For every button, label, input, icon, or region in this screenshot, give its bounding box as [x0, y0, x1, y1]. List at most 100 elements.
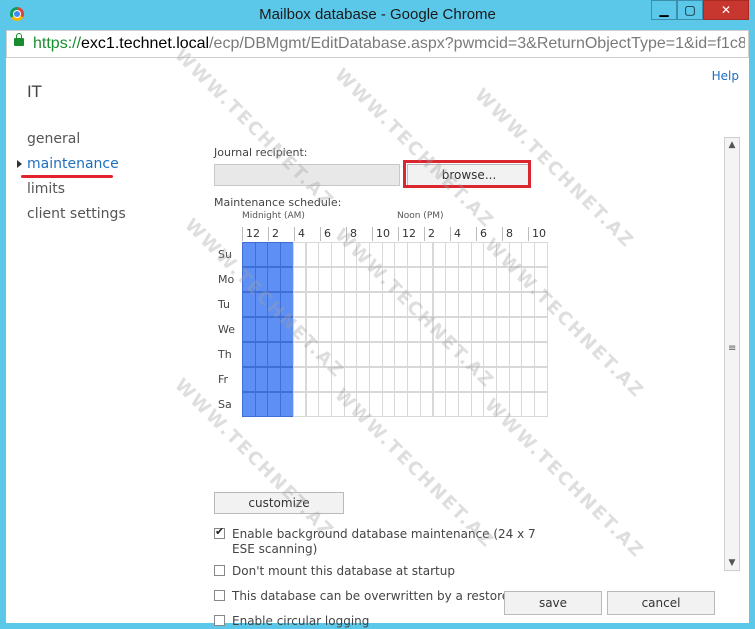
schedule-cell[interactable]: [254, 317, 269, 342]
schedule-cell[interactable]: [369, 342, 383, 367]
schedule-cell[interactable]: [457, 367, 472, 392]
schedule-cell[interactable]: [356, 267, 370, 292]
schedule-cell[interactable]: [432, 292, 447, 317]
journal-recipient-field[interactable]: [214, 164, 400, 186]
schedule-cell[interactable]: [496, 392, 510, 417]
schedule-cell[interactable]: [432, 317, 447, 342]
schedule-cell[interactable]: [394, 267, 409, 292]
schedule-cell[interactable]: [445, 292, 459, 317]
schedule-cell[interactable]: [381, 392, 396, 417]
schedule-cell[interactable]: [381, 242, 396, 267]
schedule-cell[interactable]: [280, 392, 294, 417]
schedule-cell[interactable]: [280, 242, 294, 267]
schedule-cell[interactable]: [305, 342, 320, 367]
schedule-cell[interactable]: [483, 317, 497, 342]
schedule-cell[interactable]: [521, 392, 536, 417]
schedule-cell[interactable]: [521, 242, 536, 267]
schedule-cell[interactable]: [470, 317, 485, 342]
schedule-cell[interactable]: [508, 242, 523, 267]
schedule-cell[interactable]: [483, 367, 497, 392]
schedule-cell[interactable]: [343, 267, 358, 292]
schedule-cell[interactable]: [521, 267, 536, 292]
schedule-cell[interactable]: [381, 342, 396, 367]
scroll-grip-icon[interactable]: ≡: [728, 343, 736, 354]
schedule-cell[interactable]: [521, 317, 536, 342]
schedule-cell[interactable]: [394, 392, 409, 417]
schedule-cell[interactable]: [470, 392, 485, 417]
schedule-cell[interactable]: [394, 242, 409, 267]
schedule-cell[interactable]: [280, 317, 294, 342]
schedule-cell[interactable]: [483, 267, 497, 292]
checkbox-overwritten[interactable]: [214, 590, 225, 601]
schedule-cell[interactable]: [369, 367, 383, 392]
schedule-cell[interactable]: [305, 367, 320, 392]
schedule-cell[interactable]: [318, 317, 332, 342]
close-window-button[interactable]: ✕: [703, 0, 749, 20]
schedule-cell[interactable]: [318, 242, 332, 267]
schedule-cell[interactable]: [419, 292, 434, 317]
nav-item-limits[interactable]: limits: [27, 180, 126, 205]
checkbox-row-circular-logging[interactable]: Enable circular logging: [214, 613, 514, 629]
schedule-cell[interactable]: [394, 292, 409, 317]
schedule-cell[interactable]: [369, 242, 383, 267]
schedule-cell[interactable]: [356, 342, 370, 367]
schedule-cell[interactable]: [432, 267, 447, 292]
schedule-cell[interactable]: [534, 242, 548, 267]
schedule-cell[interactable]: [457, 392, 472, 417]
schedule-cell[interactable]: [330, 392, 345, 417]
schedule-cell[interactable]: [318, 342, 332, 367]
schedule-cell[interactable]: [330, 317, 345, 342]
schedule-cell[interactable]: [267, 392, 282, 417]
checkbox-dont-mount[interactable]: [214, 565, 225, 576]
schedule-cell[interactable]: [445, 367, 459, 392]
schedule-cell[interactable]: [254, 342, 269, 367]
schedule-cell[interactable]: [470, 242, 485, 267]
schedule-cell[interactable]: [470, 367, 485, 392]
schedule-cell[interactable]: [356, 392, 370, 417]
nav-item-client-settings[interactable]: client settings: [27, 205, 126, 230]
schedule-cell[interactable]: [254, 267, 269, 292]
schedule-cell[interactable]: [280, 367, 294, 392]
schedule-cell[interactable]: [267, 292, 282, 317]
schedule-cell[interactable]: [445, 242, 459, 267]
schedule-cell[interactable]: [343, 392, 358, 417]
schedule-cell[interactable]: [254, 367, 269, 392]
schedule-cell[interactable]: [305, 242, 320, 267]
schedule-cell[interactable]: [470, 292, 485, 317]
schedule-cell[interactable]: [432, 342, 447, 367]
schedule-cell[interactable]: [508, 367, 523, 392]
schedule-cell[interactable]: [534, 392, 548, 417]
schedule-cell[interactable]: [457, 267, 472, 292]
schedule-cell[interactable]: [521, 292, 536, 317]
schedule-cell[interactable]: [330, 367, 345, 392]
schedule-cell[interactable]: [318, 367, 332, 392]
schedule-cell[interactable]: [407, 342, 421, 367]
schedule-cell[interactable]: [305, 267, 320, 292]
schedule-cell[interactable]: [407, 367, 421, 392]
schedule-cell[interactable]: [356, 317, 370, 342]
schedule-cell[interactable]: [292, 392, 307, 417]
schedule-cell[interactable]: [356, 292, 370, 317]
schedule-cell[interactable]: [267, 317, 282, 342]
schedule-cell[interactable]: [534, 267, 548, 292]
schedule-cell[interactable]: [419, 392, 434, 417]
schedule-cell[interactable]: [483, 292, 497, 317]
schedule-cell[interactable]: [242, 342, 256, 367]
schedule-cell[interactable]: [470, 267, 485, 292]
schedule-cell[interactable]: [534, 342, 548, 367]
schedule-cell[interactable]: [292, 292, 307, 317]
schedule-cell[interactable]: [508, 392, 523, 417]
schedule-cell[interactable]: [508, 342, 523, 367]
address-bar[interactable]: https://exc1.technet.local/ecp/DBMgmt/Ed…: [6, 30, 749, 58]
schedule-cell[interactable]: [534, 367, 548, 392]
schedule-cell[interactable]: [407, 392, 421, 417]
schedule-cell[interactable]: [381, 367, 396, 392]
schedule-cell[interactable]: [496, 317, 510, 342]
vertical-scrollbar[interactable]: ▲ ≡ ▼: [724, 137, 740, 571]
checkbox-row-overwritten[interactable]: This database can be overwritten by a re…: [214, 588, 514, 604]
schedule-cell[interactable]: [521, 367, 536, 392]
schedule-cell[interactable]: [280, 292, 294, 317]
schedule-cell[interactable]: [496, 292, 510, 317]
schedule-cell[interactable]: [242, 242, 256, 267]
schedule-cell[interactable]: [318, 392, 332, 417]
